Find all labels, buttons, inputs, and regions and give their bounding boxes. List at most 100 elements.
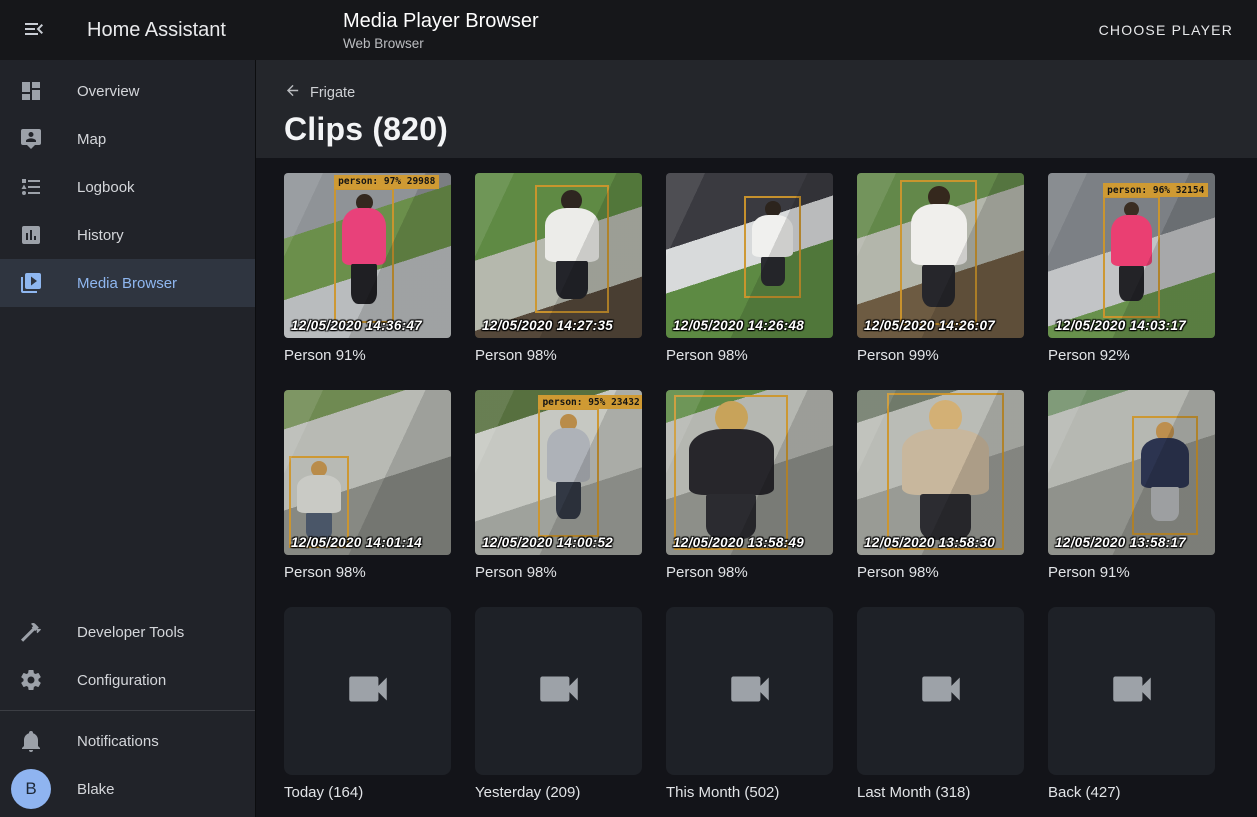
clip-caption: Person 98%	[475, 564, 642, 581]
folder-tile	[857, 607, 1024, 775]
breadcrumb-label: Frigate	[310, 85, 355, 101]
clip-caption: Person 99%	[857, 347, 1024, 364]
top-app-bar: Home Assistant Media Player Browser Web …	[0, 0, 1257, 60]
detection-label: person: 97% 29988	[334, 175, 439, 189]
folder-card[interactable]: Yesterday (209)	[475, 607, 642, 801]
clip-caption: Person 91%	[284, 347, 451, 364]
person-silhouette	[541, 190, 602, 307]
clip-timestamp: 12/05/2020 13:58:17	[1055, 535, 1186, 550]
video-camera-icon	[725, 664, 775, 719]
clip-card[interactable]: 12/05/2020 14:01:14Person 98%	[284, 390, 451, 581]
sidebar-toggle-button[interactable]	[20, 16, 48, 44]
map-account-icon	[19, 127, 43, 151]
detection-bbox	[674, 395, 788, 550]
sidebar-divider	[0, 710, 255, 711]
sidebar-item-label: Configuration	[77, 672, 166, 689]
folder-tile	[1048, 607, 1215, 775]
dashboard-icon	[19, 79, 43, 103]
user-name-label: Blake	[77, 781, 115, 798]
detection-bbox: person: 95% 23432	[538, 408, 598, 537]
clip-timestamp: 12/05/2020 14:01:14	[291, 535, 422, 550]
media-grid-area: person: 97% 2998812/05/2020 14:36:47 Pers…	[256, 158, 1257, 817]
sidebar-item-label: Overview	[77, 83, 140, 100]
person-silhouette	[750, 201, 796, 293]
folder-card[interactable]: Back (427)	[1048, 607, 1215, 801]
detection-bbox	[744, 196, 801, 298]
folder-label: Back (427)	[1048, 784, 1215, 801]
person-silhouette	[683, 401, 779, 543]
folder-tile	[666, 607, 833, 775]
person-silhouette	[294, 461, 343, 544]
sidebar-item-logbook[interactable]: Logbook	[0, 163, 255, 211]
sidebar-item-label: Developer Tools	[77, 624, 184, 641]
content-header: Frigate Clips (820)	[256, 60, 1257, 158]
clip-caption: Person 98%	[857, 564, 1024, 581]
folder-card[interactable]: This Month (502)	[666, 607, 833, 801]
sidebar-item-configuration[interactable]: Configuration	[0, 656, 255, 704]
clip-card[interactable]: person: 96% 3215412/05/2020 14:03:17 Pers…	[1048, 173, 1215, 364]
gear-icon	[19, 668, 43, 692]
clip-thumbnail: 12/05/2020 14:26:48	[666, 173, 833, 338]
page-title: Clips (820)	[284, 111, 1257, 148]
sidebar-item-developer-tools[interactable]: Developer Tools	[0, 608, 255, 656]
clip-thumbnail: 12/05/2020 14:01:14	[284, 390, 451, 555]
clip-thumbnail: person: 96% 3215412/05/2020 14:03:17	[1048, 173, 1215, 338]
clip-timestamp: 12/05/2020 14:26:48	[673, 318, 804, 333]
clip-card[interactable]: 12/05/2020 14:27:35 Person 98%	[475, 173, 642, 364]
browser-title: Media Player Browser	[343, 9, 539, 33]
clip-timestamp: 12/05/2020 14:00:52	[482, 535, 613, 550]
clip-thumbnail: person: 97% 2998812/05/2020 14:36:47	[284, 173, 451, 338]
video-camera-icon	[1107, 664, 1157, 719]
video-camera-icon	[534, 664, 584, 719]
sidebar-item-notifications[interactable]: Notifications	[0, 717, 255, 765]
clip-card[interactable]: 12/05/2020 14:26:07 Person 99%	[857, 173, 1024, 364]
video-camera-icon	[916, 664, 966, 719]
sidebar-item-map[interactable]: Map	[0, 115, 255, 163]
sidebar-user-row[interactable]: B Blake	[0, 765, 255, 813]
detection-bbox: person: 97% 29988	[334, 188, 394, 323]
folder-card[interactable]: Today (164)	[284, 607, 451, 801]
clip-card[interactable]: person: 97% 2998812/05/2020 14:36:47 Pers…	[284, 173, 451, 364]
clip-thumbnail: person: 95% 2343212/05/2020 14:00:52	[475, 390, 642, 555]
person-silhouette	[544, 414, 593, 531]
clip-card[interactable]: 12/05/2020 13:58:49Person 98%	[666, 390, 833, 581]
detection-bbox	[900, 180, 977, 325]
choose-player-button[interactable]: CHOOSE PLAYER	[1091, 0, 1241, 60]
sidebar-item-label: History	[77, 227, 124, 244]
folders-grid: Today (164) Yesterday (209) This Month (50…	[284, 607, 1257, 801]
clip-caption: Person 92%	[1048, 347, 1215, 364]
detection-bbox	[535, 185, 608, 314]
person-silhouette	[339, 194, 388, 317]
sidebar-item-label: Map	[77, 131, 106, 148]
person-silhouette	[896, 400, 995, 544]
clip-card[interactable]: person: 95% 2343212/05/2020 14:00:52 Pers…	[475, 390, 642, 581]
browser-subtitle: Web Browser	[343, 36, 539, 51]
detection-bbox: person: 96% 32154	[1103, 196, 1160, 318]
logbook-list-icon	[19, 175, 43, 199]
clip-card[interactable]: 12/05/2020 13:58:17Person 91%	[1048, 390, 1215, 581]
clip-caption: Person 98%	[475, 347, 642, 364]
person-silhouette	[907, 186, 971, 319]
detection-label: person: 96% 32154	[1103, 183, 1208, 197]
clip-thumbnail: 12/05/2020 14:27:35	[475, 173, 642, 338]
sidebar-item-label: Notifications	[77, 733, 159, 750]
clip-timestamp: 12/05/2020 13:58:30	[864, 535, 995, 550]
sidebar-item-label: Logbook	[77, 179, 135, 196]
detection-bbox	[1132, 416, 1199, 535]
avatar: B	[11, 769, 51, 809]
sidebar-item-media-browser[interactable]: Media Browser	[0, 259, 255, 307]
video-camera-icon	[343, 664, 393, 719]
back-arrow-icon	[284, 82, 301, 103]
clip-thumbnail: 12/05/2020 13:58:17	[1048, 390, 1215, 555]
clip-caption: Person 98%	[666, 564, 833, 581]
clip-timestamp: 12/05/2020 14:26:07	[864, 318, 995, 333]
folder-label: Yesterday (209)	[475, 784, 642, 801]
folder-card[interactable]: Last Month (318)	[857, 607, 1024, 801]
clip-card[interactable]: 12/05/2020 14:26:48Person 98%	[666, 173, 833, 364]
breadcrumb-back-link[interactable]: Frigate	[284, 82, 355, 103]
sidebar-item-overview[interactable]: Overview	[0, 67, 255, 115]
sidebar-item-label: Media Browser	[77, 275, 177, 292]
sidebar-item-history[interactable]: History	[0, 211, 255, 259]
clip-card[interactable]: 12/05/2020 13:58:30 Person 98%	[857, 390, 1024, 581]
sidebar-spacer	[0, 307, 255, 608]
